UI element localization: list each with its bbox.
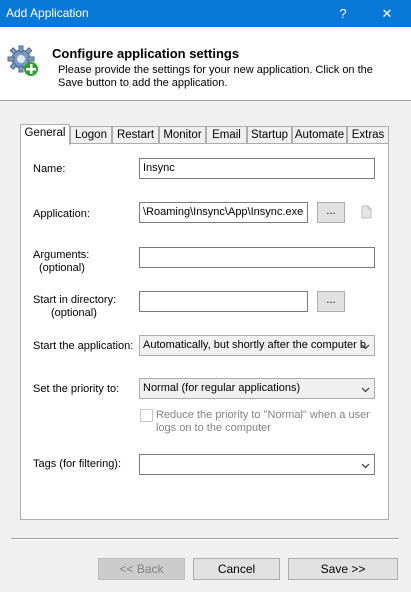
window-title: Add Application xyxy=(6,6,89,20)
back-button[interactable]: << Back xyxy=(98,558,185,580)
tab-strip: General Logon Restart Monitor Email Star… xyxy=(20,124,389,145)
arguments-label: Arguments: xyxy=(33,249,90,261)
tab-monitor[interactable]: Monitor xyxy=(159,126,206,144)
arguments-optional-label: (optional) xyxy=(39,262,85,274)
priority-select[interactable]: Normal (for regular applications) xyxy=(139,378,375,399)
start-directory-optional-label: (optional) xyxy=(51,307,97,319)
arguments-input[interactable] xyxy=(139,247,375,268)
application-label: Application: xyxy=(33,208,90,220)
chevron-down-icon xyxy=(361,387,370,393)
priority-label: Set the priority to: xyxy=(33,383,120,395)
application-input[interactable]: \Roaming\Insync\App\Insync.exe xyxy=(139,202,308,223)
header-heading: Configure application settings xyxy=(52,46,240,61)
start-application-label: Start the application: xyxy=(33,340,134,352)
tab-logon[interactable]: Logon xyxy=(70,126,112,144)
header-banner: Configure application settings Please pr… xyxy=(0,27,411,101)
application-browse-button[interactable]: ... xyxy=(317,202,345,223)
footer-separator xyxy=(11,538,399,540)
start-directory-label: Start in directory: xyxy=(33,294,117,306)
gear-add-icon xyxy=(7,45,38,76)
name-label: Name: xyxy=(33,163,66,175)
file-icon xyxy=(361,205,372,219)
tab-general[interactable]: General xyxy=(20,124,70,145)
start-application-value: Automatically, but shortly after the com… xyxy=(143,339,366,351)
priority-value: Normal (for regular applications) xyxy=(143,382,301,394)
reduce-priority-checkbox[interactable] xyxy=(140,409,153,422)
chevron-down-icon xyxy=(361,463,370,469)
chevron-down-icon xyxy=(361,344,370,350)
tab-restart[interactable]: Restart xyxy=(112,126,159,144)
tab-extras[interactable]: Extras xyxy=(347,126,389,144)
tags-combobox[interactable] xyxy=(139,454,375,475)
start-application-select[interactable]: Automatically, but shortly after the com… xyxy=(139,335,375,356)
close-button[interactable]: ✕ xyxy=(369,0,405,27)
tab-automate[interactable]: Automate xyxy=(292,126,347,144)
reduce-priority-label-line1: Reduce the priority to "Normal" when a u… xyxy=(156,409,370,421)
tags-label: Tags (for filtering): xyxy=(33,458,122,470)
cancel-button[interactable]: Cancel xyxy=(193,558,280,580)
header-description: Please provide the settings for your new… xyxy=(58,64,373,89)
title-bar: Add Application ? ✕ xyxy=(0,0,411,27)
help-button[interactable]: ? xyxy=(325,0,361,27)
save-button[interactable]: Save >> xyxy=(288,558,398,580)
name-input[interactable]: Insync xyxy=(139,158,375,179)
tab-startup[interactable]: Startup xyxy=(247,126,292,144)
reduce-priority-label-line2: logs on to the computer xyxy=(156,422,271,434)
start-directory-input[interactable] xyxy=(139,291,308,312)
start-directory-browse-button[interactable]: ... xyxy=(317,291,345,312)
tab-email[interactable]: Email xyxy=(206,126,247,144)
